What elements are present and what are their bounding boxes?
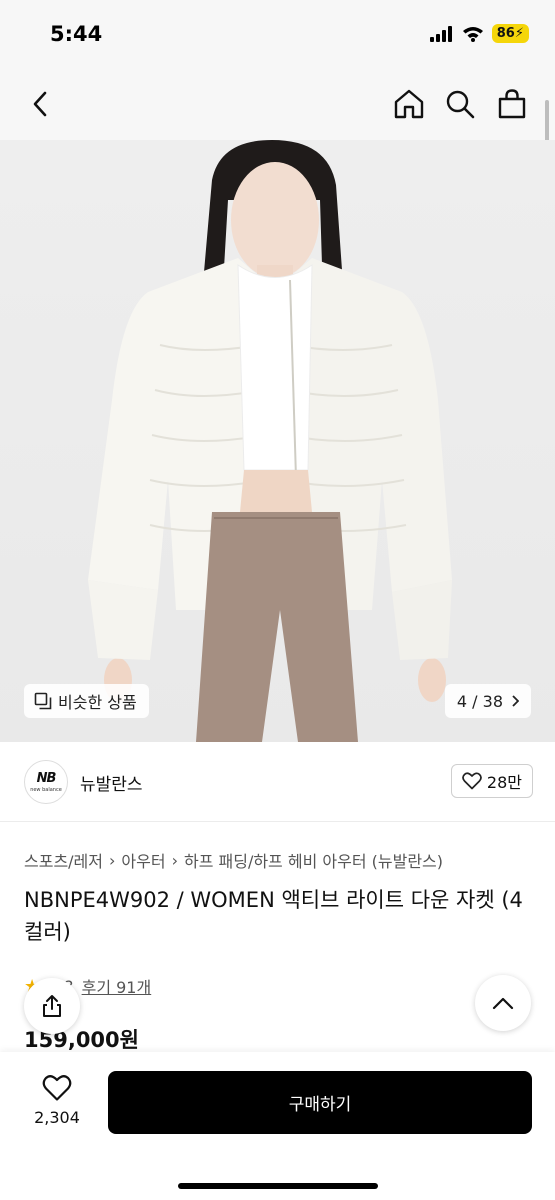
brand-logo[interactable]: NB new balance bbox=[24, 760, 68, 804]
image-counter-text: 4 / 38 bbox=[456, 691, 503, 711]
wifi-icon bbox=[462, 26, 483, 42]
model-photo bbox=[88, 140, 452, 742]
review-link[interactable]: 후기 91개 bbox=[82, 974, 152, 998]
image-counter[interactable]: 4 / 38 bbox=[444, 684, 531, 718]
product-image[interactable]: 비슷한 상품 4 / 38 bbox=[0, 140, 555, 742]
brand-row: NB new balance 뉴발란스 28만 bbox=[0, 742, 555, 822]
cart-icon bbox=[498, 89, 526, 119]
search-icon bbox=[446, 90, 475, 119]
purchase-bar: 2,304 구매하기 bbox=[0, 1052, 555, 1200]
back-icon bbox=[33, 91, 47, 117]
brand-name[interactable]: 뉴발란스 bbox=[80, 770, 143, 795]
status-time: 5:44 bbox=[50, 22, 103, 46]
breadcrumb-item[interactable]: 아우터 bbox=[121, 848, 165, 872]
status-bar: 5:44 86⚡ bbox=[0, 0, 555, 70]
signal-icon bbox=[429, 25, 452, 42]
scroll-top-button[interactable] bbox=[475, 975, 531, 1031]
brand-like-count: 28만 bbox=[486, 773, 522, 792]
similar-products-button[interactable]: 비슷한 상품 bbox=[24, 684, 149, 718]
breadcrumb-item[interactable]: 하프 패딩/하프 헤비 아우터 (뉴발란스) bbox=[184, 848, 443, 872]
home-icon bbox=[394, 89, 424, 119]
chevron-right-icon: › bbox=[109, 850, 116, 870]
wishlist-count: 2,304 bbox=[34, 1108, 80, 1127]
wishlist-button[interactable]: 2,304 bbox=[26, 1074, 88, 1127]
chevron-up-icon bbox=[492, 997, 514, 1010]
brand-logo-mark: NB bbox=[36, 771, 57, 786]
similar-label: 비슷한 상품 bbox=[58, 693, 137, 712]
battery-indicator: 86⚡ bbox=[491, 24, 529, 43]
similar-icon bbox=[34, 692, 52, 710]
charging-icon: ⚡ bbox=[514, 26, 524, 41]
battery-level: 86 bbox=[496, 26, 515, 41]
share-button[interactable] bbox=[24, 978, 80, 1034]
buy-button[interactable]: 구매하기 bbox=[108, 1071, 532, 1134]
brand-like-button[interactable]: 28만 bbox=[450, 764, 533, 798]
search-button[interactable] bbox=[442, 86, 478, 122]
home-button[interactable] bbox=[391, 86, 427, 122]
chevron-right-icon: › bbox=[171, 850, 178, 870]
breadcrumb-item[interactable]: 스포츠/레저 bbox=[24, 848, 103, 872]
brand-logo-sub: new balance bbox=[30, 787, 62, 793]
breadcrumb: 스포츠/레저 › 아우터 › 하프 패딩/하프 헤비 아우터 (뉴발란스) bbox=[24, 848, 443, 872]
share-icon bbox=[43, 995, 61, 1017]
home-indicator bbox=[178, 1183, 378, 1189]
back-button[interactable] bbox=[22, 86, 58, 122]
heart-icon bbox=[42, 1075, 72, 1101]
chevron-right-icon bbox=[512, 695, 519, 707]
top-nav bbox=[0, 70, 555, 140]
heart-icon bbox=[462, 772, 482, 790]
status-icons: 86⚡ bbox=[429, 24, 529, 43]
cart-button[interactable] bbox=[494, 86, 530, 122]
product-title: NBNPE4W902 / WOMEN 액티브 라이트 다운 자켓 (4컬러) bbox=[24, 888, 523, 944]
